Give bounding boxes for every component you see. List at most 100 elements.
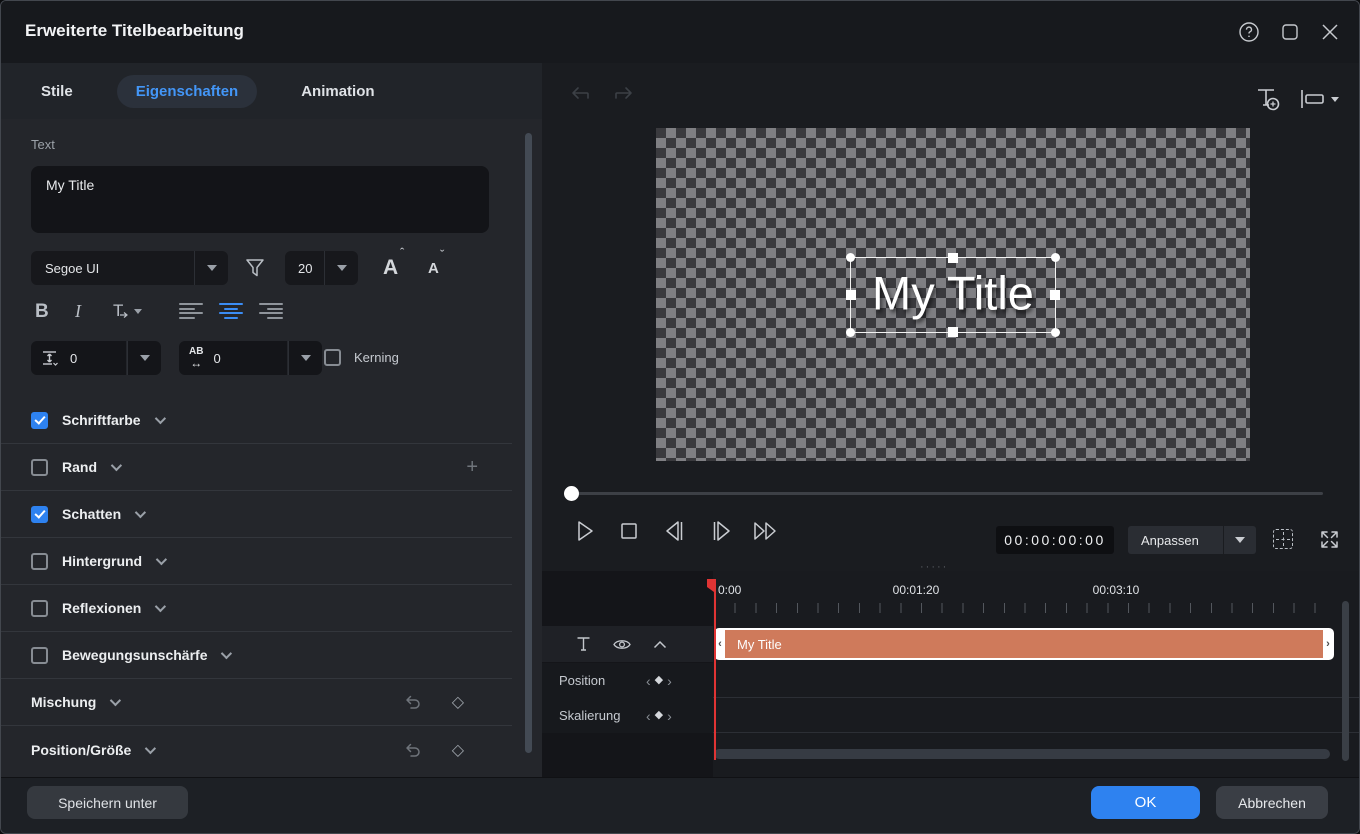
font-size-dropdown-arrow[interactable] (324, 251, 358, 285)
chevron-down-icon[interactable] (154, 413, 165, 424)
schriftfarbe-checkbox[interactable] (31, 412, 48, 429)
font-family-dropdown-arrow[interactable] (194, 251, 228, 285)
reflexionen-checkbox[interactable] (31, 600, 48, 617)
font-size-input[interactable]: 20 (285, 251, 324, 285)
hintergrund-checkbox[interactable] (31, 553, 48, 570)
align-right-icon[interactable] (259, 301, 283, 321)
timeline-ruler[interactable] (714, 603, 1334, 613)
tab-eigenschaften[interactable]: Eigenschaften (117, 75, 258, 108)
preview-canvas[interactable]: My Title (656, 128, 1250, 461)
ok-button[interactable]: OK (1091, 786, 1200, 819)
title-track-row: ‹ My Title › (542, 626, 1360, 662)
resize-handle[interactable] (1051, 253, 1060, 262)
reset-icon[interactable] (404, 693, 422, 711)
reset-icon[interactable] (404, 741, 422, 759)
selection-box[interactable] (850, 257, 1056, 333)
chevron-down-icon[interactable] (111, 460, 122, 471)
kerning-checkbox[interactable] (324, 349, 341, 366)
title-align-icon[interactable] (1299, 89, 1339, 109)
add-keyframe-icon[interactable]: ◆ (655, 710, 663, 721)
font-family-select[interactable]: Segoe UI (31, 251, 194, 285)
tab-stile[interactable]: Stile (41, 83, 73, 100)
title-text-input[interactable]: My Title (31, 166, 489, 233)
panel-scrollbar[interactable] (525, 133, 532, 753)
font-row: Segoe UI 20 Aˆ Aˇ (31, 251, 511, 285)
letter-spacing-input[interactable]: AB ↔ 0 (179, 341, 287, 375)
stop-button[interactable] (620, 522, 638, 540)
play-button[interactable] (573, 518, 597, 544)
title-clip[interactable]: ‹ My Title › (714, 628, 1334, 660)
next-frame-button[interactable] (708, 519, 734, 543)
add-border-icon[interactable]: + (466, 456, 478, 479)
timeline-vscrollbar[interactable] (1342, 601, 1349, 761)
italic-button[interactable]: I (75, 301, 81, 322)
section-position-groesse: Position/Größe ◇ (1, 726, 512, 773)
redo-icon[interactable] (610, 85, 634, 105)
chevron-down-icon[interactable] (155, 601, 166, 612)
clip-trim-right-handle[interactable]: › (1323, 630, 1333, 658)
resize-handle[interactable] (948, 253, 958, 263)
position-keyframe-row: Position ‹ ◆ › (542, 663, 1360, 698)
undo-icon[interactable] (570, 85, 594, 105)
text-label: Text (31, 137, 55, 152)
next-keyframe-icon[interactable]: › (667, 674, 672, 688)
keyframe-diamond-icon[interactable]: ◇ (452, 692, 464, 712)
ruler-label: 00:01:20 (893, 583, 940, 597)
close-icon[interactable] (1316, 18, 1344, 46)
next-keyframe-icon[interactable]: › (667, 709, 672, 723)
align-center-icon[interactable] (219, 301, 243, 321)
tab-animation[interactable]: Animation (301, 83, 374, 100)
add-text-icon[interactable] (1254, 85, 1282, 113)
decrease-font-size-icon[interactable]: Aˇ (425, 251, 455, 285)
align-left-icon[interactable] (179, 301, 203, 321)
chevron-down-icon[interactable] (156, 554, 167, 565)
letter-spacing-icon: AB ↔ (189, 347, 203, 369)
resize-handle[interactable] (948, 327, 958, 337)
playhead-line[interactable] (714, 579, 716, 760)
footer: Speichern unter OK Abbrechen (1, 777, 1360, 834)
chevron-down-icon[interactable] (221, 648, 232, 659)
chevron-down-icon[interactable] (110, 695, 121, 706)
previous-keyframe-icon[interactable]: ‹ (646, 709, 651, 723)
save-as-button[interactable]: Speichern unter (27, 786, 188, 819)
zoom-mode-dropdown-arrow[interactable] (1223, 526, 1256, 554)
resize-handle[interactable] (846, 253, 855, 262)
text-transform-button[interactable]: T (113, 301, 142, 321)
line-spacing-dropdown-arrow[interactable] (127, 341, 161, 375)
resize-handle[interactable] (1050, 290, 1060, 300)
add-keyframe-icon[interactable]: ◆ (655, 675, 663, 686)
line-spacing-input[interactable]: 0 (31, 341, 126, 375)
collapse-chevron-icon[interactable] (653, 640, 667, 649)
rand-checkbox[interactable] (31, 459, 48, 476)
clip-trim-left-handle[interactable]: ‹ (715, 630, 725, 658)
seek-knob[interactable] (564, 486, 579, 501)
chevron-down-icon[interactable] (145, 742, 156, 753)
timecode-display[interactable]: 00:00:00:00 (996, 526, 1114, 554)
keyframe-diamond-icon[interactable]: ◇ (452, 740, 464, 760)
font-filter-icon[interactable] (243, 256, 267, 280)
visibility-eye-icon[interactable] (612, 637, 632, 652)
help-icon[interactable] (1235, 18, 1263, 46)
bewegungsunschaerfe-checkbox[interactable] (31, 647, 48, 664)
resize-handle[interactable] (846, 290, 856, 300)
increase-font-size-icon[interactable]: Aˆ (383, 251, 413, 285)
titlebar: Erweiterte Titelbearbeitung (1, 1, 1360, 63)
cancel-button[interactable]: Abbrechen (1216, 786, 1328, 819)
zoom-mode-select[interactable]: Anpassen (1128, 526, 1223, 554)
chevron-down-icon[interactable] (135, 507, 146, 518)
resize-handle[interactable] (1051, 328, 1060, 337)
resize-handle[interactable] (846, 328, 855, 337)
track-header (542, 626, 713, 662)
section-schatten: Schatten (1, 491, 512, 538)
seek-track[interactable] (568, 492, 1323, 495)
schatten-checkbox[interactable] (31, 506, 48, 523)
fullscreen-icon[interactable] (1319, 529, 1340, 550)
previous-frame-button[interactable] (662, 519, 688, 543)
previous-keyframe-icon[interactable]: ‹ (646, 674, 651, 688)
fast-forward-button[interactable] (752, 519, 782, 543)
letter-spacing-dropdown-arrow[interactable] (288, 341, 322, 375)
timeline-hscrollbar[interactable] (714, 749, 1332, 759)
grid-toggle-icon[interactable] (1273, 529, 1293, 549)
bold-button[interactable]: B (35, 301, 49, 323)
maximize-icon[interactable] (1276, 18, 1304, 46)
